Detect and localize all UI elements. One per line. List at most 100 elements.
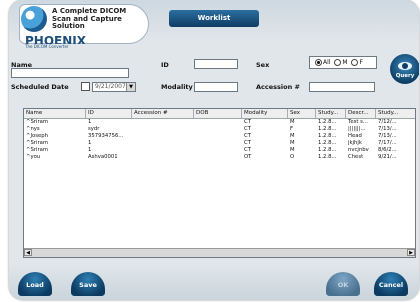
table-cell: ^you: [26, 154, 41, 160]
table-cell: OT: [244, 154, 252, 160]
table-cell: Ashva0001: [88, 154, 118, 160]
scheduled-date-value: 9/21/2007: [95, 83, 126, 90]
sex-radio-m[interactable]: [334, 59, 342, 66]
query-label: Query: [395, 73, 415, 79]
table-cell: CT: [244, 140, 251, 146]
table-row[interactable]: ^Sriram 1 CT M 1.2.8... Test s... 7/12/...: [24, 119, 415, 126]
table-cell: [132, 154, 194, 161]
table-cell: M: [290, 140, 295, 146]
scheduled-date-picker[interactable]: 9/21/2007 ▼: [92, 82, 136, 92]
sex-radio-group: All M F: [309, 56, 377, 69]
table-header: Name ID Accession # DOB Modality Sex Stu…: [24, 109, 415, 119]
column-header-sex[interactable]: Sex: [288, 109, 316, 118]
accession-field[interactable]: [309, 82, 375, 92]
logo-globe-icon: [21, 6, 47, 32]
table-cell: [194, 147, 242, 154]
table-cell: 357934756...: [88, 133, 124, 139]
table-cell: CT: [244, 126, 251, 132]
table-cell: F: [290, 126, 294, 132]
table-cell: 1.2.8...: [318, 154, 337, 160]
id-label: ID: [161, 61, 169, 69]
column-header-name[interactable]: Name: [24, 109, 86, 118]
table-cell: 7/12/...: [378, 119, 397, 125]
table-cell: 1: [88, 147, 92, 153]
table-cell: O: [290, 154, 295, 160]
column-header-accession[interactable]: Accession #: [132, 109, 194, 118]
table-cell: 1.2.8...: [318, 140, 337, 146]
table-cell: 1: [88, 119, 92, 125]
table-cell: Test s...: [348, 119, 368, 125]
chevron-down-icon[interactable]: ▼: [126, 83, 135, 91]
table-cell: 1.2.8...: [318, 133, 337, 139]
sex-option-m: M: [342, 59, 348, 66]
table-cell: nvcjnbv: [348, 147, 369, 153]
column-header-id[interactable]: ID: [86, 109, 132, 118]
table-cell: M: [290, 147, 295, 153]
table-cell: [194, 154, 242, 161]
accession-label: Accession #: [256, 83, 300, 91]
sex-option-all: All: [323, 59, 331, 66]
scheduled-date-label: Scheduled Date: [11, 83, 69, 91]
table-cell: sydr: [88, 126, 100, 132]
table-cell: [132, 119, 194, 126]
table-cell: ^Sriram: [26, 140, 49, 146]
logo-tagline: A Complete DICOM Scan and Capture Soluti…: [52, 7, 127, 30]
table-cell: M: [290, 119, 295, 125]
horizontal-scrollbar[interactable]: ◀ ▶: [24, 248, 415, 257]
table-cell: [132, 140, 194, 147]
eye-icon: [398, 62, 412, 70]
modality-label: Modality: [161, 83, 193, 91]
table-cell: |||||||...: [348, 126, 366, 132]
table-row[interactable]: ^nys sydr CT F 1.2.8... |||||||... 7/13/...: [24, 126, 415, 133]
scroll-left-icon[interactable]: ◀: [24, 249, 32, 256]
modality-field[interactable]: [194, 82, 238, 92]
column-header-dob[interactable]: DOB: [194, 109, 242, 118]
table-cell: 1.2.8...: [318, 147, 337, 153]
app-window: A Complete DICOM Scan and Capture Soluti…: [9, 0, 419, 300]
table-cell: 8/6/2...: [378, 147, 397, 153]
sex-radio-all[interactable]: [315, 59, 322, 66]
table-row[interactable]: ^Sriram 1 CT M 1.2.8... nvcjnbv 8/6/2...: [24, 147, 415, 154]
table-cell: [132, 147, 194, 154]
table-cell: CT: [244, 147, 251, 153]
worklist-table[interactable]: Name ID Accession # DOB Modality Sex Stu…: [23, 108, 416, 258]
sex-radio-f[interactable]: [351, 59, 359, 66]
table-cell: Chest: [348, 154, 364, 160]
table-cell: ^Sriram: [26, 147, 49, 153]
table-cell: Head: [348, 133, 362, 139]
table-cell: [194, 140, 242, 147]
scheduled-date-checkbox[interactable]: [81, 82, 90, 91]
table-cell: CT: [244, 119, 251, 125]
table-cell: ^nys: [26, 126, 40, 132]
table-cell: [132, 133, 194, 140]
table-cell: 7/13/...: [378, 133, 397, 139]
scroll-right-icon[interactable]: ▶: [407, 249, 415, 256]
table-row[interactable]: ^you Ashva0001 OT O 1.2.8... Chest 9/21/...: [24, 154, 415, 161]
table-row[interactable]: ^Sriram 1 CT M 1.2.8... jkjhjk 7/17/...: [24, 140, 415, 147]
table-cell: jkjhjk: [348, 140, 362, 146]
table-cell: [194, 119, 242, 126]
table-cell: 7/13/...: [378, 126, 397, 132]
name-field[interactable]: [11, 68, 129, 78]
table-cell: ^Sriram: [26, 119, 49, 125]
column-header-modality[interactable]: Modality: [242, 109, 288, 118]
query-button[interactable]: Query: [390, 54, 419, 84]
table-cell: 1.2.8...: [318, 126, 337, 132]
id-field[interactable]: [194, 59, 238, 69]
column-header-study-date[interactable]: Study...: [376, 109, 415, 118]
table-cell: [132, 126, 194, 133]
worklist-title: Worklist: [169, 10, 259, 27]
sex-option-f: F: [359, 59, 363, 66]
table-row[interactable]: ^Joseph 357934756... CT M 1.2.8... Head 7/13/.…: [24, 133, 415, 140]
brand-subtitle: The DICOM Converter: [25, 44, 69, 49]
table-cell: 1.2.8...: [318, 119, 337, 125]
table-cell: ^Joseph: [26, 133, 48, 139]
sex-label: Sex: [256, 61, 270, 69]
table-cell: M: [290, 133, 295, 139]
brand-name: PHOENIX: [25, 36, 86, 44]
table-cell: 1: [88, 140, 92, 146]
table-cell: CT: [244, 133, 251, 139]
column-header-study-uid[interactable]: Study...: [316, 109, 346, 118]
column-header-description[interactable]: Descr...: [346, 109, 376, 118]
table-cell: [194, 133, 242, 140]
